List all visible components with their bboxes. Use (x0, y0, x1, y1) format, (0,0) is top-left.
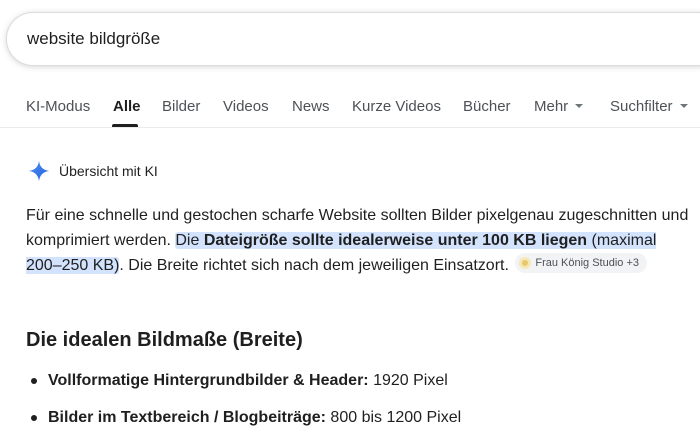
sparkle-icon (28, 160, 50, 182)
list-item-text: 1920 Pixel (368, 372, 448, 389)
tab-buecher[interactable]: Bücher (463, 98, 511, 115)
tab-videos[interactable]: Videos (223, 98, 269, 115)
tab-news[interactable]: News (292, 98, 330, 115)
highlight-bold: Dateigröße sollte idealerweise unter 100… (203, 232, 588, 249)
list-item-text: 800 bis 1200 Pixel (325, 409, 462, 426)
tab-alle[interactable]: Alle (113, 98, 141, 115)
list-item-bold: Bilder im Textbereich / Blogbeiträge: (48, 409, 326, 426)
list-item: Bilder im Textbereich / Blogbeiträge: 80… (26, 405, 686, 430)
tabs-divider (0, 127, 700, 128)
search-box[interactable] (6, 12, 700, 66)
search-tabs: KI-Modus Alle Bilder Videos News Kurze V… (0, 86, 700, 128)
source-chip[interactable]: Frau König Studio +3 (515, 253, 648, 273)
tab-mehr-label: Mehr (534, 98, 569, 115)
search-input[interactable] (27, 13, 627, 65)
ai-overview-paragraph: Für eine schnelle und gestochen scharfe … (26, 203, 694, 278)
overview-text-2: . Die Breite richtet sich nach dem jewei… (119, 257, 514, 274)
chevron-down-icon (679, 104, 688, 109)
ai-overview-header: Übersicht mit KI (28, 160, 158, 182)
tab-suchfilter[interactable]: Suchfilter (610, 98, 688, 115)
ai-overview-title: Übersicht mit KI (59, 163, 158, 179)
source-favicon-icon (519, 257, 532, 269)
list-item-bold: Vollformatige Hintergrundbilder & Header… (48, 372, 369, 389)
image-size-list: Vollformatige Hintergrundbilder & Header… (26, 368, 686, 430)
highlight-pre: Die (175, 232, 204, 249)
source-chip-label: Frau König Studio +3 (535, 257, 640, 269)
tab-bilder[interactable]: Bilder (162, 98, 200, 115)
tab-suchfilter-label: Suchfilter (610, 98, 673, 115)
list-item: Vollformatige Hintergrundbilder & Header… (26, 368, 686, 393)
tab-kurze-videos[interactable]: Kurze Videos (352, 98, 441, 115)
tab-ki-modus[interactable]: KI-Modus (26, 98, 90, 115)
tab-mehr[interactable]: Mehr (534, 98, 584, 115)
section-title: Die idealen Bildmaße (Breite) (26, 329, 303, 351)
chevron-down-icon (575, 104, 584, 109)
